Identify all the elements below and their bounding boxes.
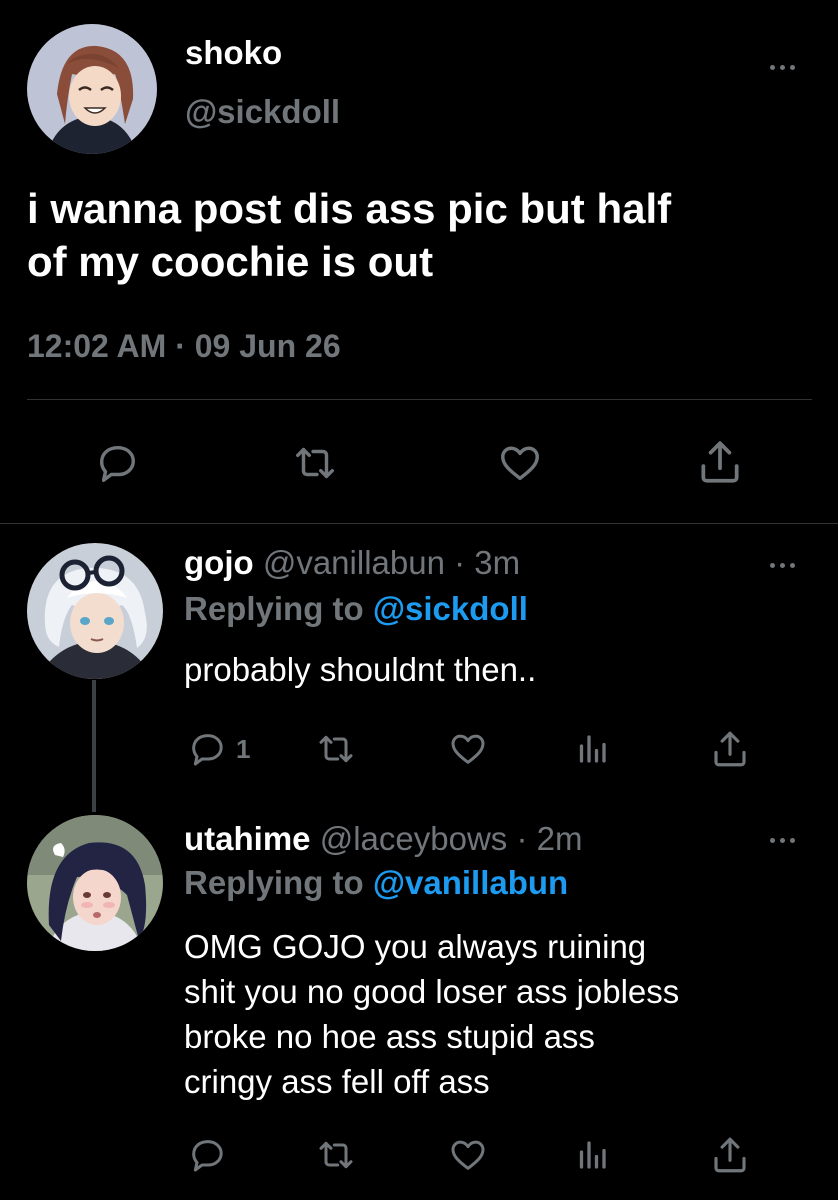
retweet-icon[interactable] — [287, 438, 343, 488]
reply-text: OMG GOJO you always ruining shit you no … — [184, 924, 679, 1104]
reply-time[interactable]: · 3m — [454, 544, 520, 581]
handle[interactable]: @vanillabun — [263, 544, 445, 581]
reply-icon[interactable] — [184, 1134, 230, 1176]
like-icon[interactable] — [444, 1134, 492, 1176]
avatar-utahime[interactable] — [27, 815, 163, 951]
handle[interactable]: @laceybows — [320, 820, 508, 857]
share-icon[interactable] — [708, 726, 752, 772]
like-icon[interactable] — [494, 438, 546, 488]
reply-text-line: shit you no good loser ass jobless — [184, 973, 680, 1010]
reply-text-line: OMG GOJO you always ruining — [184, 928, 647, 965]
views-icon[interactable] — [574, 728, 610, 770]
handle[interactable]: @sickdoll — [185, 93, 340, 131]
divider — [27, 399, 812, 400]
share-icon[interactable] — [708, 1132, 752, 1178]
replying-to-line: Replying to @vanillabun — [184, 864, 568, 902]
reply-text: probably shouldnt then.. — [184, 651, 537, 688]
more-options-icon[interactable] — [765, 559, 799, 571]
more-options-icon[interactable] — [765, 61, 799, 73]
tweet-text-line-1: i wanna post dis ass pic but half — [27, 185, 672, 232]
replying-to-line: Replying to @sickdoll — [184, 590, 528, 628]
display-name[interactable]: utahime — [184, 820, 311, 857]
reply-icon[interactable] — [92, 438, 142, 488]
replying-to-handle[interactable]: @sickdoll — [373, 590, 528, 627]
reply-text-line: cringy ass fell off ass — [184, 1063, 490, 1100]
reply-time[interactable]: · 2m — [516, 820, 582, 857]
reply-header: utahime @laceybows · 2m — [184, 820, 582, 858]
tweet-text-line-2: of my coochie is out — [27, 238, 434, 285]
replying-to-label: Replying to — [184, 864, 364, 901]
thread-line — [92, 680, 96, 812]
more-options-icon[interactable] — [765, 834, 799, 846]
avatar-gojo[interactable] — [27, 543, 163, 679]
retweet-icon[interactable] — [312, 728, 360, 770]
views-icon[interactable] — [574, 1134, 610, 1176]
like-icon[interactable] — [444, 728, 492, 770]
retweet-icon[interactable] — [312, 1134, 360, 1176]
share-icon[interactable] — [694, 436, 746, 488]
reply-header: gojo @vanillabun · 3m — [184, 544, 520, 582]
reply-icon[interactable] — [184, 728, 230, 770]
replying-to-handle[interactable]: @vanillabun — [373, 864, 568, 901]
section-divider — [0, 523, 838, 524]
display-name[interactable]: gojo — [184, 544, 254, 581]
avatar-shoko[interactable] — [27, 24, 157, 154]
reply-count: 1 — [236, 734, 251, 764]
reply-text-line: broke no hoe ass stupid ass — [184, 1018, 595, 1055]
display-name[interactable]: shoko — [185, 34, 282, 72]
tweet-timestamp[interactable]: 12:02 AM · 09 Jun 26 — [27, 328, 341, 365]
replying-to-label: Replying to — [184, 590, 364, 627]
